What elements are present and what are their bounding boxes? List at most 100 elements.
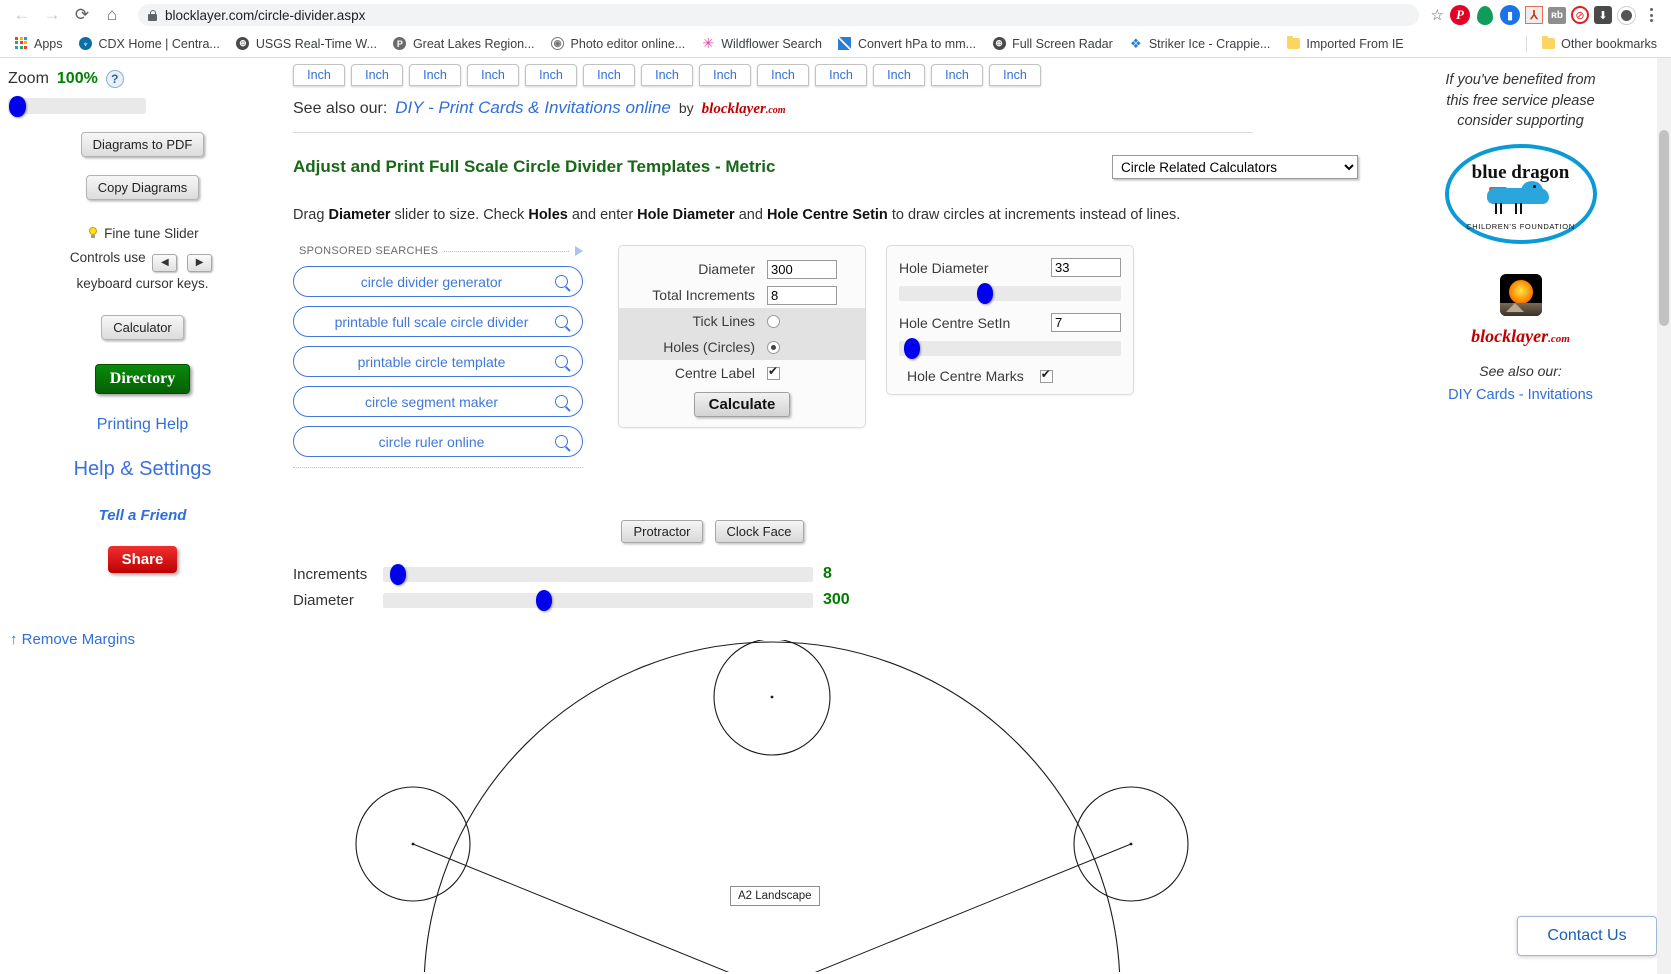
reload-icon[interactable]: ⟳ [68, 1, 96, 29]
unit-tab-4[interactable]: Inch [525, 64, 577, 86]
sponsored-search-item-0[interactable]: circle divider generator [293, 266, 583, 297]
unit-tab-2[interactable]: Inch [409, 64, 461, 86]
hole-diameter-input[interactable] [1051, 258, 1121, 277]
bookmark-imported-from-ie[interactable]: Imported From IE [1278, 34, 1411, 54]
unit-tab-6[interactable]: Inch [641, 64, 693, 86]
hole-diameter-slider-thumb[interactable] [976, 283, 993, 304]
holes-radio[interactable] [767, 340, 780, 354]
address-bar-url: blocklayer.com/circle-divider.aspx [165, 7, 366, 23]
diagrams-to-pdf-button[interactable]: Diagrams to PDF [80, 132, 205, 157]
sponsored-search-item-3[interactable]: circle segment maker [293, 386, 583, 417]
blocklayer-logo-icon[interactable] [1499, 273, 1542, 316]
diy-print-cards-link[interactable]: DIY - Print Cards & Invitations online [395, 98, 671, 118]
download-extension-icon[interactable]: ⬇ [1594, 6, 1612, 24]
bookmark-label: Imported From IE [1306, 36, 1404, 51]
hole-centre-marks-checkbox[interactable] [1039, 367, 1053, 383]
zoom-slider-thumb[interactable] [9, 96, 26, 117]
copy-diagrams-button[interactable]: Copy Diagrams [85, 175, 200, 200]
green-drop-extension-icon[interactable] [1475, 5, 1495, 25]
unit-tab-8[interactable]: Inch [757, 64, 809, 86]
circle-calculators-select[interactable]: Circle Related Calculators [1112, 155, 1358, 179]
diy-cards-invitations-link[interactable]: DIY Cards - Invitations [1370, 387, 1671, 403]
cursor-right-icon[interactable]: ▶ [187, 253, 213, 272]
calculate-button[interactable]: Calculate [693, 392, 791, 417]
sponsored-search-item-4[interactable]: circle ruler online [293, 426, 583, 457]
printing-help-link[interactable]: Printing Help [97, 416, 189, 433]
adobe-pdf-extension-icon[interactable]: ⅄ [1525, 6, 1543, 24]
directory-button[interactable]: Directory [94, 364, 191, 395]
share-button[interactable]: Share [107, 546, 178, 574]
tell-a-friend-link[interactable]: Tell a Friend [0, 507, 285, 524]
address-bar[interactable]: blocklayer.com/circle-divider.aspx [138, 4, 1419, 26]
unit-tab-10[interactable]: Inch [873, 64, 925, 86]
diagram-type-buttons: Protractor Clock Face [285, 520, 1370, 543]
hole-centre-mark-top [770, 695, 774, 699]
forward-icon[interactable]: → [38, 1, 66, 29]
unit-tab-1[interactable]: Inch [351, 64, 403, 86]
pinterest-extension-icon[interactable]: P [1450, 5, 1470, 25]
fine-tune-label: Fine tune Slider [104, 226, 199, 241]
bookmark-other-bookmarks[interactable]: Other bookmarks [1533, 34, 1665, 54]
controls-use-label: Controls use [69, 249, 146, 265]
diameter-slider[interactable] [383, 589, 813, 611]
unit-tab-0[interactable]: Inch [293, 64, 345, 86]
blue-dragon-logo[interactable]: blue dragon CHILDREN'S FOUNDATION [1444, 143, 1597, 244]
increments-slider-thumb[interactable] [389, 563, 406, 585]
sponsored-search-item-2[interactable]: printable circle template [293, 346, 583, 377]
tb-extension-icon[interactable]: ʀb [1548, 6, 1566, 24]
browser-menu-icon[interactable] [1641, 8, 1661, 22]
ad-info-icon[interactable] [575, 246, 583, 256]
bookmark-usgs[interactable]: ⊕ USGS Real-Time W... [228, 34, 385, 54]
bookmark-photo-editor[interactable]: ◉ Photo editor online... [543, 34, 694, 54]
tick-lines-radio[interactable] [767, 314, 780, 328]
blocklayer-brand-tld: .com [1548, 332, 1570, 345]
hole-diameter-slider[interactable] [899, 283, 1121, 304]
lightbulb-icon [86, 226, 100, 240]
diameter-slider-thumb[interactable] [535, 589, 552, 611]
bookmark-full-screen-radar[interactable]: ⊕ Full Screen Radar [984, 34, 1121, 54]
adblock-extension-icon[interactable]: ⊘ [1571, 6, 1589, 24]
lock-icon [148, 9, 157, 21]
bookmark-star-icon[interactable]: ☆ [1427, 6, 1448, 24]
increments-slider[interactable] [383, 563, 813, 585]
bookmark-great-lakes[interactable]: P Great Lakes Region... [385, 34, 543, 54]
total-increments-input[interactable] [767, 285, 837, 305]
home-icon[interactable]: ⌂ [98, 1, 126, 29]
remove-margins-link[interactable]: ↑ Remove Margins [0, 631, 285, 648]
page-scrollbar[interactable] [1657, 58, 1671, 974]
centre-label-checkbox[interactable] [767, 364, 780, 380]
cursor-left-icon[interactable]: ◀ [152, 253, 178, 272]
help-icon[interactable]: ? [105, 70, 124, 88]
bookmark-cdx-home[interactable]: ♆ CDX Home | Centra... [71, 34, 228, 54]
unit-tab-3[interactable]: Inch [467, 64, 519, 86]
hole-centre-setin-slider[interactable] [899, 338, 1121, 359]
unit-tab-9[interactable]: Inch [815, 64, 867, 86]
hole-centre-setin-slider-thumb[interactable] [903, 338, 920, 359]
zoom-slider[interactable] [8, 96, 146, 117]
unit-tab-5[interactable]: Inch [583, 64, 635, 86]
hole-centre-setin-input[interactable] [1051, 313, 1121, 332]
sponsored-search-item-1[interactable]: printable full scale circle divider [293, 306, 583, 337]
diameter-row: Diameter [619, 256, 865, 282]
unit-tab-12[interactable]: Inch [989, 64, 1041, 86]
page-scrollbar-thumb[interactable] [1659, 130, 1669, 326]
bookmark-wildflower-search[interactable]: ✳ Wildflower Search [693, 34, 830, 54]
bookmark-apps[interactable]: Apps [6, 34, 71, 54]
bookmark-convert-hpa[interactable]: Convert hPa to mm... [830, 34, 984, 54]
profile-avatar[interactable] [1617, 5, 1636, 25]
bookmark-striker-ice[interactable]: ❖ Striker Ice - Crappie... [1121, 34, 1279, 54]
bookmark-label: Apps [34, 36, 63, 51]
calculator-button[interactable]: Calculator [101, 315, 184, 341]
unit-tab-7[interactable]: Inch [699, 64, 751, 86]
unit-tab-11[interactable]: Inch [931, 64, 983, 86]
diameter-input[interactable] [767, 259, 837, 279]
contact-us-button[interactable]: Contact Us [1517, 916, 1657, 956]
fine-tune-line-1: Fine tune Slider [0, 222, 285, 246]
protractor-button[interactable]: Protractor [621, 520, 703, 543]
clock-face-button[interactable]: Clock Face [714, 520, 804, 543]
help-settings-link[interactable]: Help & Settings [0, 458, 285, 481]
pocket-extension-icon[interactable]: ▮ [1500, 5, 1520, 25]
back-icon[interactable]: ← [8, 1, 36, 29]
circle-divider-diagram: A2 Landscape [285, 640, 1370, 972]
calculate-wrap: Calculate [619, 386, 865, 417]
